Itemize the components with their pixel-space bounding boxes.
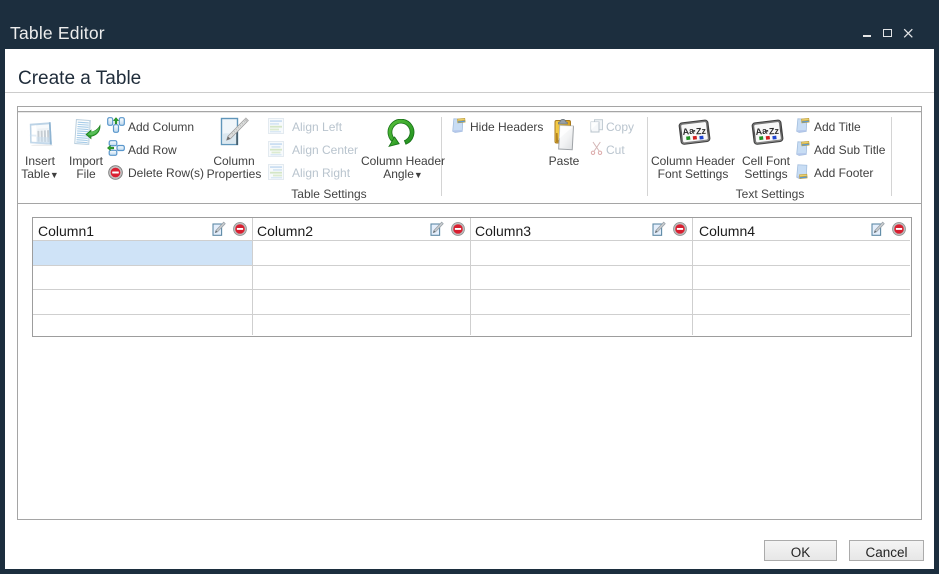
svg-text:Zz: Zz <box>769 126 780 137</box>
svg-text:Zz: Zz <box>696 126 707 137</box>
